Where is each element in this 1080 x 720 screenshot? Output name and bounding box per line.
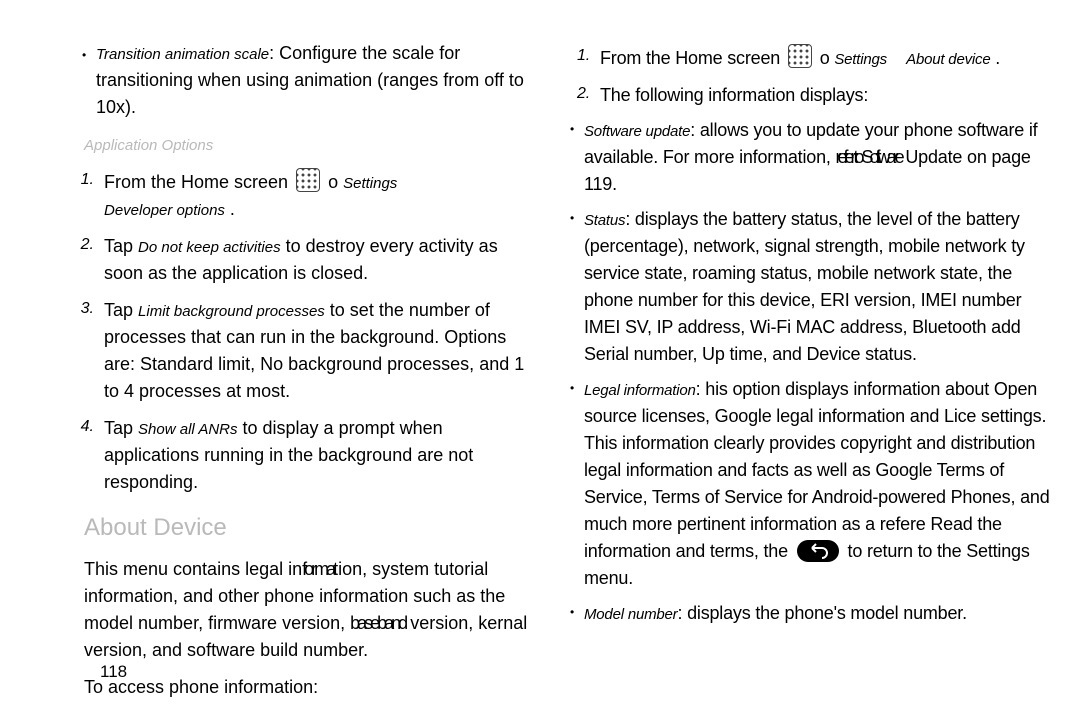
bullet-dot: • <box>570 212 584 368</box>
step-number: 1. <box>64 168 104 223</box>
model-number-text: : displays the phone's model number. <box>677 603 966 623</box>
step4-term: Show all ANRs <box>138 421 237 438</box>
bullet-transition: • Transition animation scale: Configure … <box>24 40 530 121</box>
left-step-3: 3. Tap Limit background processes to set… <box>24 297 530 405</box>
legal-text-a: : his option displays information about … <box>584 379 1050 561</box>
step2-term: Do not keep activities <box>138 239 281 256</box>
step-number: 1. <box>560 44 600 72</box>
r1-settings: Settings <box>834 51 887 68</box>
r1-about: About device <box>906 51 990 68</box>
term-transition: Transition animation scale <box>96 46 269 63</box>
bullet-legal-info: • Legal information: his option displays… <box>550 376 1056 592</box>
step-number: 3. <box>64 297 104 405</box>
left-step-2: 2. Tap Do not keep activities to destroy… <box>24 233 530 287</box>
left-column: • Transition animation scale: Configure … <box>14 30 540 706</box>
bullet-dot: • <box>570 123 584 198</box>
bullet-dot: • <box>570 606 584 627</box>
step1-text-a: From the Home screen <box>104 172 288 192</box>
about-paragraph: This menu contains legal information, sy… <box>24 556 530 664</box>
right-step-2: 2. The following information displays: <box>550 82 1056 109</box>
bullet-dot: • <box>570 382 584 592</box>
tap-label: Tap <box>104 236 138 256</box>
right-column: 1. From the Home screen o Settings About… <box>540 30 1066 706</box>
step-number: 2. <box>64 233 104 287</box>
heading-about-device: About Device <box>24 510 530 546</box>
apps-grid-icon <box>788 44 812 68</box>
step1-devopts: Developer options <box>104 202 225 219</box>
left-step-4: 4. Tap Show all ANRs to display a prompt… <box>24 415 530 496</box>
bullet-model-number: • Model number: displays the phone's mod… <box>550 600 1056 627</box>
step-number: 2. <box>560 82 600 109</box>
apps-grid-icon <box>296 168 320 192</box>
step1-settings: Settings <box>343 175 397 192</box>
page-number: 118 <box>100 659 127 685</box>
r1-text: From the Home screen <box>600 48 780 68</box>
tap-label: Tap <box>104 300 138 320</box>
step-number: 4. <box>64 415 104 496</box>
step3-term: Limit background processes <box>138 303 325 320</box>
right-step-1: 1. From the Home screen o Settings About… <box>550 44 1056 72</box>
term-status: Status <box>584 212 625 229</box>
bullet-dot: • <box>82 49 96 61</box>
tap-label: Tap <box>104 418 138 438</box>
r2-text: The following information displays: <box>600 82 1056 109</box>
status-text: : displays the battery status, the level… <box>584 209 1025 364</box>
bullet-software-update: • Software update: allows you to update … <box>550 117 1056 198</box>
term-software-update: Software update <box>584 123 690 140</box>
bullet-status: • Status: displays the battery status, t… <box>550 206 1056 368</box>
back-pill-icon <box>797 540 839 562</box>
term-model-number: Model number <box>584 606 677 623</box>
heading-application-options: Application Options <box>24 135 530 158</box>
left-step-1: 1. From the Home screen o Settings Devel… <box>24 168 530 223</box>
term-legal: Legal information <box>584 382 696 399</box>
